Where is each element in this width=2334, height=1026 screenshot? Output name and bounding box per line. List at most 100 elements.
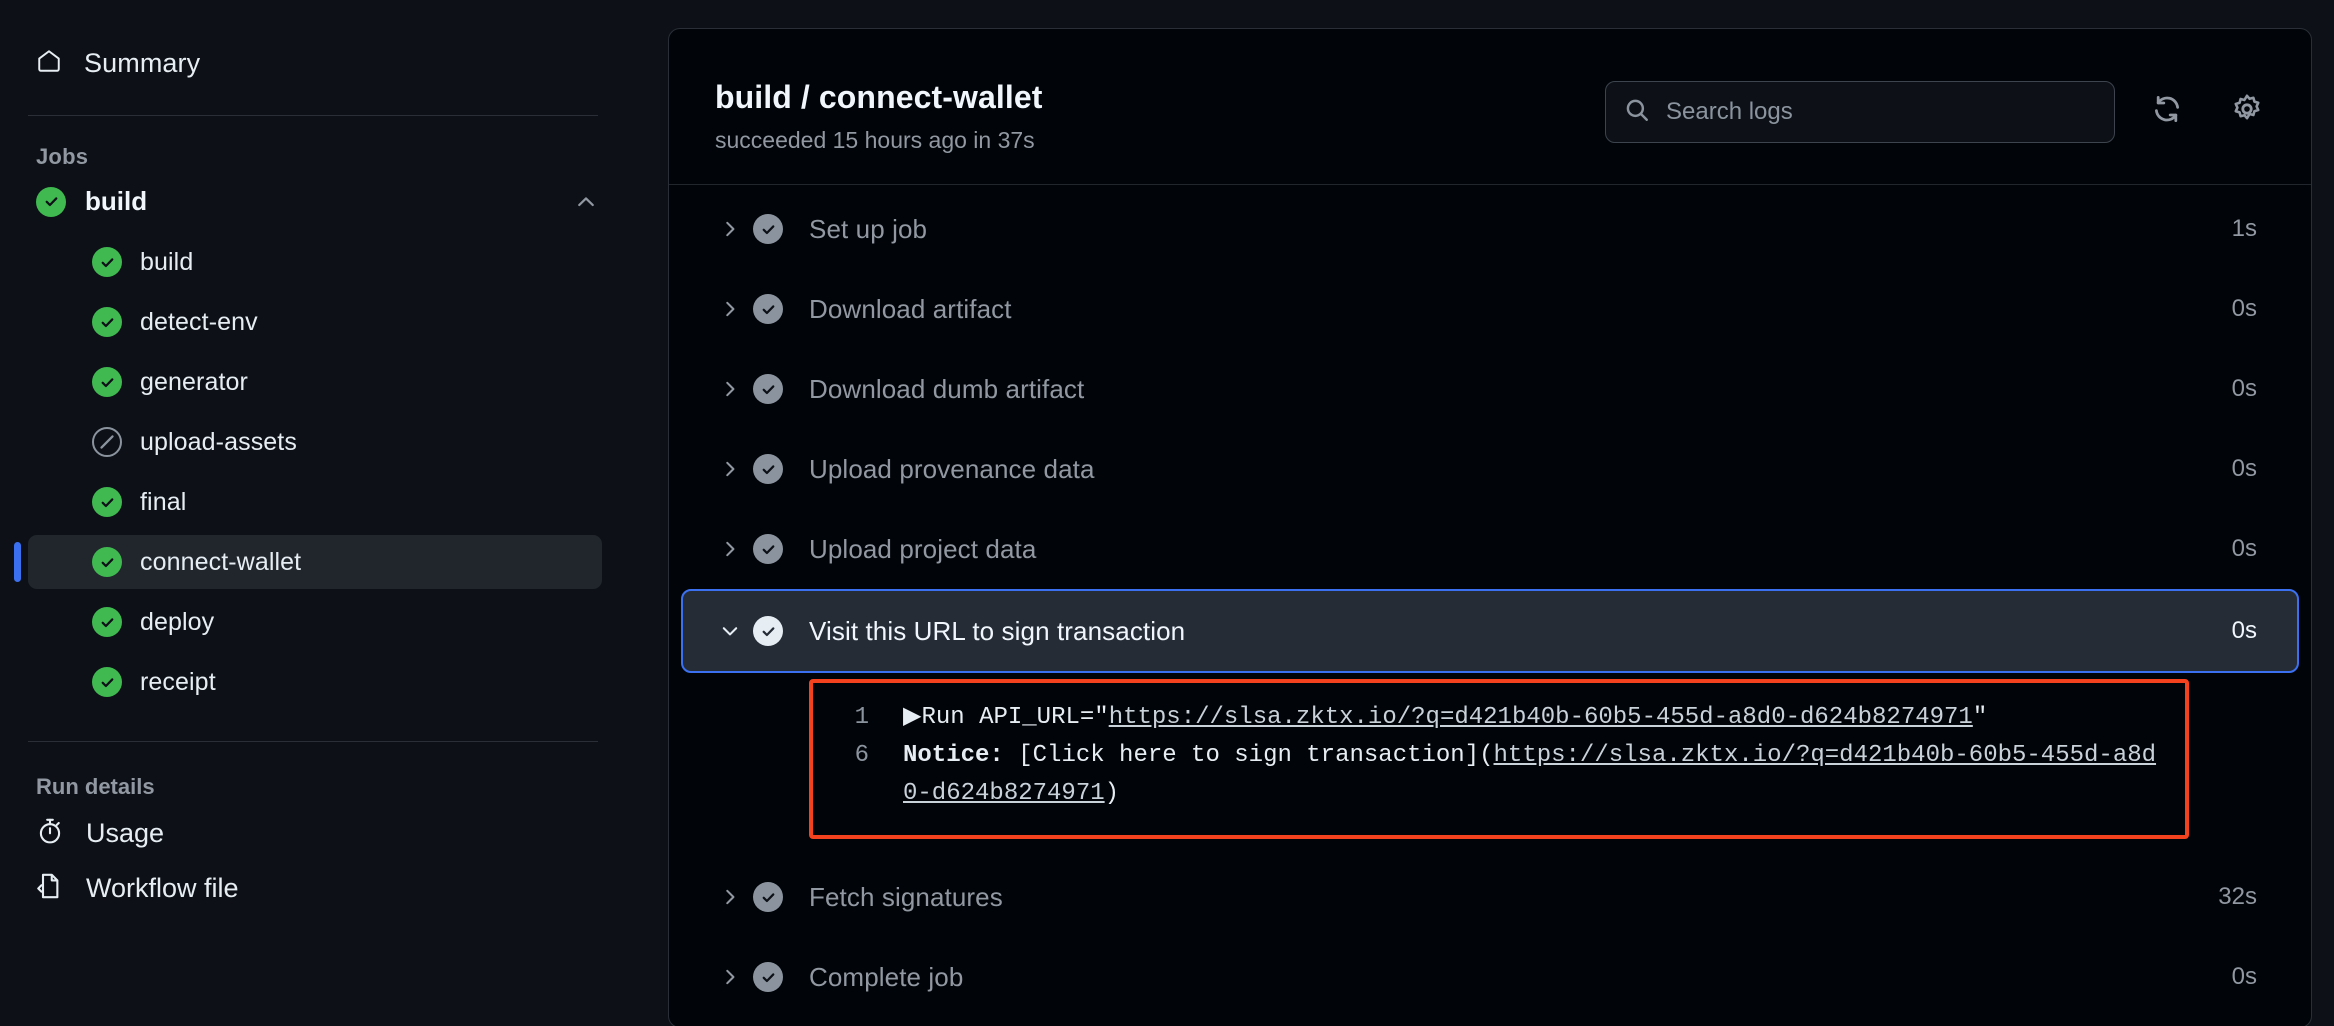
step-label: Upload provenance data	[809, 453, 1095, 484]
sidebar-step-connect-wallet[interactable]: connect-wallet	[14, 535, 602, 589]
step-row[interactable]: Set up job 1s	[683, 189, 2297, 269]
sidebar-divider-bottom	[28, 741, 598, 742]
step-row[interactable]: Upload project data 0s	[683, 509, 2297, 589]
sidebar-item-label: Usage	[86, 818, 165, 848]
file-code-icon	[36, 872, 64, 905]
refresh-button[interactable]	[2139, 83, 2195, 139]
success-check-icon	[753, 882, 783, 912]
sidebar-step-generator[interactable]: generator	[28, 355, 602, 409]
sidebar-step-list: build detect-env generator upload-assets…	[14, 235, 616, 709]
chevron-right-icon[interactable]	[707, 378, 753, 400]
step-duration: 32s	[2218, 883, 2257, 910]
chevron-right-icon[interactable]	[707, 218, 753, 240]
sidebar-divider-top	[28, 115, 598, 116]
sidebar-step-label: deploy	[140, 607, 215, 636]
step-row[interactable]: Download dumb artifact 0s	[683, 349, 2297, 429]
success-check-icon	[753, 454, 783, 484]
success-check-icon	[753, 374, 783, 404]
step-row[interactable]: Complete job 0s	[683, 937, 2297, 1017]
chevron-right-icon[interactable]	[707, 886, 753, 908]
refresh-icon	[2151, 93, 2183, 130]
sidebar-step-label: generator	[140, 367, 248, 396]
log-suffix: "	[1972, 704, 1988, 731]
sidebar-item-label: Workflow file	[86, 873, 239, 903]
step-label: Complete job	[809, 961, 964, 992]
chevron-right-icon[interactable]	[707, 966, 753, 988]
search-logs-box[interactable]: Search logs	[1605, 81, 2115, 143]
success-check-icon	[753, 962, 783, 992]
log-line-number: 1	[854, 704, 869, 731]
step-label: Fetch signatures	[809, 881, 1003, 912]
sidebar-job-label: build	[85, 186, 148, 216]
sidebar-step-detect-env[interactable]: detect-env	[28, 295, 602, 349]
sidebar-step-upload-assets[interactable]: upload-assets	[28, 415, 602, 469]
success-check-icon	[92, 367, 122, 397]
sidebar-step-label: final	[140, 487, 187, 516]
workflow-run-page: Summary Jobs build build detect-env gene…	[0, 0, 2334, 1026]
log-line-text: ▶Run API_URL="https://slsa.zktx.io/?q=d4…	[879, 699, 2163, 737]
settings-button[interactable]	[2219, 83, 2275, 139]
success-check-icon	[92, 307, 122, 337]
step-label: Download artifact	[809, 293, 1012, 324]
sidebar-step-build[interactable]: build	[28, 235, 602, 289]
log-notice-prefix: [Click here to sign transaction](	[1003, 742, 1494, 769]
success-check-icon	[753, 616, 783, 646]
chevron-right-icon[interactable]	[707, 538, 753, 560]
sidebar-step-label: detect-env	[140, 307, 258, 336]
success-check-icon	[92, 487, 122, 517]
log-run-prefix: ▶Run API_URL="	[903, 704, 1109, 731]
sidebar-item-workflow-file[interactable]: Workflow file	[14, 861, 616, 916]
log-output-annotated: 1 ▶Run API_URL="https://slsa.zktx.io/?q=…	[809, 679, 2189, 839]
step-label: Download dumb artifact	[809, 373, 1085, 404]
sidebar-jobs-heading: Jobs	[36, 144, 89, 169]
success-check-icon	[92, 607, 122, 637]
log-panel-header: build / connect-wallet succeeded 15 hour…	[669, 29, 2311, 185]
step-row[interactable]: Upload provenance data 0s	[683, 429, 2297, 509]
home-icon	[36, 48, 62, 79]
search-icon	[1624, 97, 1650, 128]
log-line-text: Notice: [Click here to sign transaction]…	[879, 737, 2163, 813]
chevron-up-icon[interactable]	[574, 190, 598, 214]
step-row[interactable]: Fetch signatures 32s	[683, 857, 2297, 937]
step-duration: 0s	[2231, 617, 2257, 644]
chevron-right-icon[interactable]	[707, 298, 753, 320]
step-duration: 0s	[2231, 295, 2257, 322]
log-suffix: )	[1104, 780, 1120, 807]
sidebar-item-label: Summary	[84, 48, 201, 78]
step-list: Set up job 1s Download artifact 0s Downl…	[669, 185, 2311, 1026]
success-check-icon	[753, 294, 783, 324]
sidebar-step-label: build	[140, 247, 194, 276]
sidebar-job-build[interactable]: build	[14, 174, 616, 229]
gear-icon	[2231, 93, 2263, 130]
sidebar-step-label: receipt	[140, 667, 216, 696]
step-label: Visit this URL to sign transaction	[809, 615, 1186, 646]
step-duration: 1s	[2231, 215, 2257, 242]
sidebar-step-deploy[interactable]: deploy	[28, 595, 602, 649]
step-duration: 0s	[2231, 963, 2257, 990]
step-row[interactable]: Download artifact 0s	[683, 269, 2297, 349]
search-input[interactable]: Search logs	[1666, 98, 1793, 126]
step-label: Upload project data	[809, 533, 1037, 564]
log-line-number: 6	[854, 742, 869, 769]
success-check-icon	[92, 547, 122, 577]
sidebar-run-details-heading: Run details	[36, 774, 155, 799]
sidebar-item-summary[interactable]: Summary	[14, 38, 616, 89]
step-duration: 0s	[2231, 375, 2257, 402]
chevron-down-icon[interactable]	[707, 620, 753, 642]
log-line: 6 Notice: [Click here to sign transactio…	[813, 737, 2163, 813]
skipped-icon	[92, 427, 122, 457]
chevron-right-icon[interactable]	[707, 458, 753, 480]
sidebar-step-label: upload-assets	[140, 427, 297, 456]
sidebar-item-usage[interactable]: Usage	[14, 806, 616, 861]
step-label: Set up job	[809, 213, 928, 244]
success-check-icon	[92, 247, 122, 277]
log-panel: build / connect-wallet succeeded 15 hour…	[668, 28, 2312, 1026]
sidebar-step-receipt[interactable]: receipt	[28, 655, 602, 709]
success-check-icon	[753, 534, 783, 564]
step-row-visit-url[interactable]: Visit this URL to sign transaction 0s	[681, 589, 2299, 673]
log-url-link[interactable]: https://slsa.zktx.io/?q=d421b40b-60b5-45…	[1109, 704, 1973, 731]
log-notice-label: Notice:	[903, 742, 1004, 769]
sidebar-step-label: connect-wallet	[140, 547, 302, 576]
sidebar-step-final[interactable]: final	[28, 475, 602, 529]
page-title: build / connect-wallet	[715, 79, 1043, 115]
